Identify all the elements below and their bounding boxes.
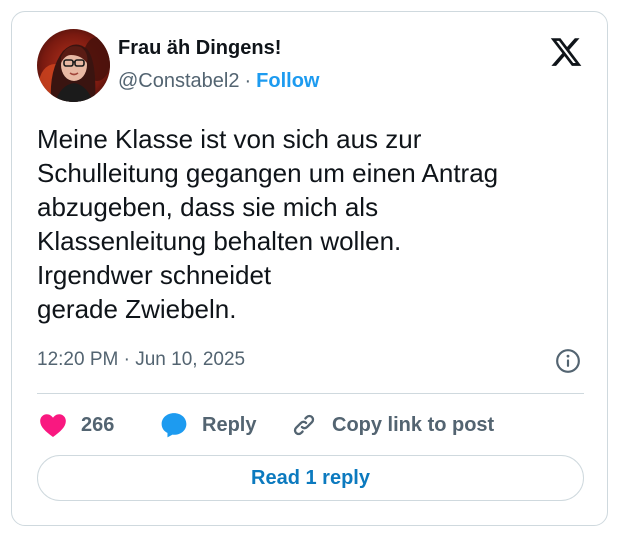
like-button[interactable]: 266 [39,410,114,440]
info-icon[interactable] [555,348,581,374]
tweet-text-line: abzugeben, dass sie mich als [37,192,379,222]
handle-row: @Constabel2 · Follow [118,70,319,93]
speech-bubble-icon [161,413,187,438]
like-count: 266 [81,413,115,436]
avatar[interactable] [37,29,110,102]
tweet-text-line: Irgendwer schneidet [37,260,272,290]
reply-button[interactable]: Reply [160,410,256,440]
tweet-text-line: gerade Zwiebeln. [37,294,237,324]
link-icon [293,414,315,436]
heart-icon [40,414,66,438]
user-handle[interactable]: @Constabel2 [118,70,239,92]
x-logo-icon[interactable] [549,35,583,69]
tweet-text-line: Meine Klasse ist von sich aus zur [37,124,422,154]
follow-button[interactable]: Follow [256,70,319,92]
tweet-text: Meine Klasse ist von sich aus zur Schull… [37,122,592,326]
read-replies-button[interactable]: Read 1 reply [37,455,584,501]
tweet-text-line: Klassenleitung behalten wollen. [37,226,402,256]
divider [37,393,584,394]
display-name[interactable]: Frau äh Dingens! [118,37,281,60]
tweet-card: Frau äh Dingens! @Constabel2 · Follow Mein… [11,11,608,526]
avatar-image [37,29,110,102]
copy-link-button[interactable]: Copy link to post [290,410,494,440]
copy-link-label: Copy link to post [332,413,495,436]
separator-dot: · [244,70,252,92]
reply-label: Reply [202,413,257,436]
timestamp-link[interactable]: 12:20 PM · Jun 10, 2025 [37,349,245,371]
tweet-text-line: Schulleitung gegangen um einen Antrag [37,158,499,188]
